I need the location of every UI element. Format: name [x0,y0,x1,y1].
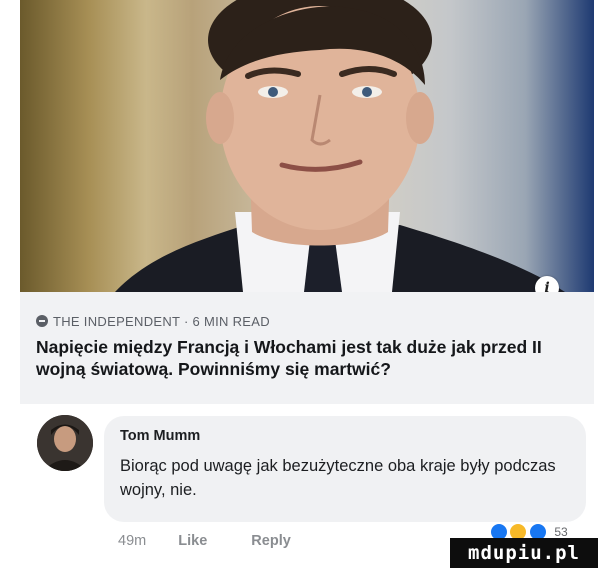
article-headline[interactable]: Napięcie między Francją i Włochami jest … [36,336,591,380]
avatar-image [37,415,93,471]
like-button[interactable]: Like [178,533,207,549]
link-preview-card[interactable]: THE INDEPENDENT · 6 MIN READ Napięcie mi… [20,292,594,404]
comment-bubble: Tom Mumm Biorąc pod uwagę jak bezużytecz… [104,416,586,522]
comment-actions: 49m Like Reply [118,533,291,549]
comment-time[interactable]: 49m [118,533,146,549]
comment-text: Biorąc pod uwagę jak bezużyteczne oba kr… [120,457,556,499]
source-line: THE INDEPENDENT · 6 MIN READ [36,314,270,329]
globe-icon [36,315,48,327]
reaction-count: 53 [554,525,568,539]
article-photo[interactable] [20,0,594,292]
source-text: THE INDEPENDENT · 6 MIN READ [53,314,270,329]
portrait-illustration [115,0,565,292]
reply-button[interactable]: Reply [251,533,291,549]
avatar[interactable] [37,415,93,471]
comment-author[interactable]: Tom Mumm [120,428,200,444]
watermark-logo: mdupiu.pl [450,538,598,568]
